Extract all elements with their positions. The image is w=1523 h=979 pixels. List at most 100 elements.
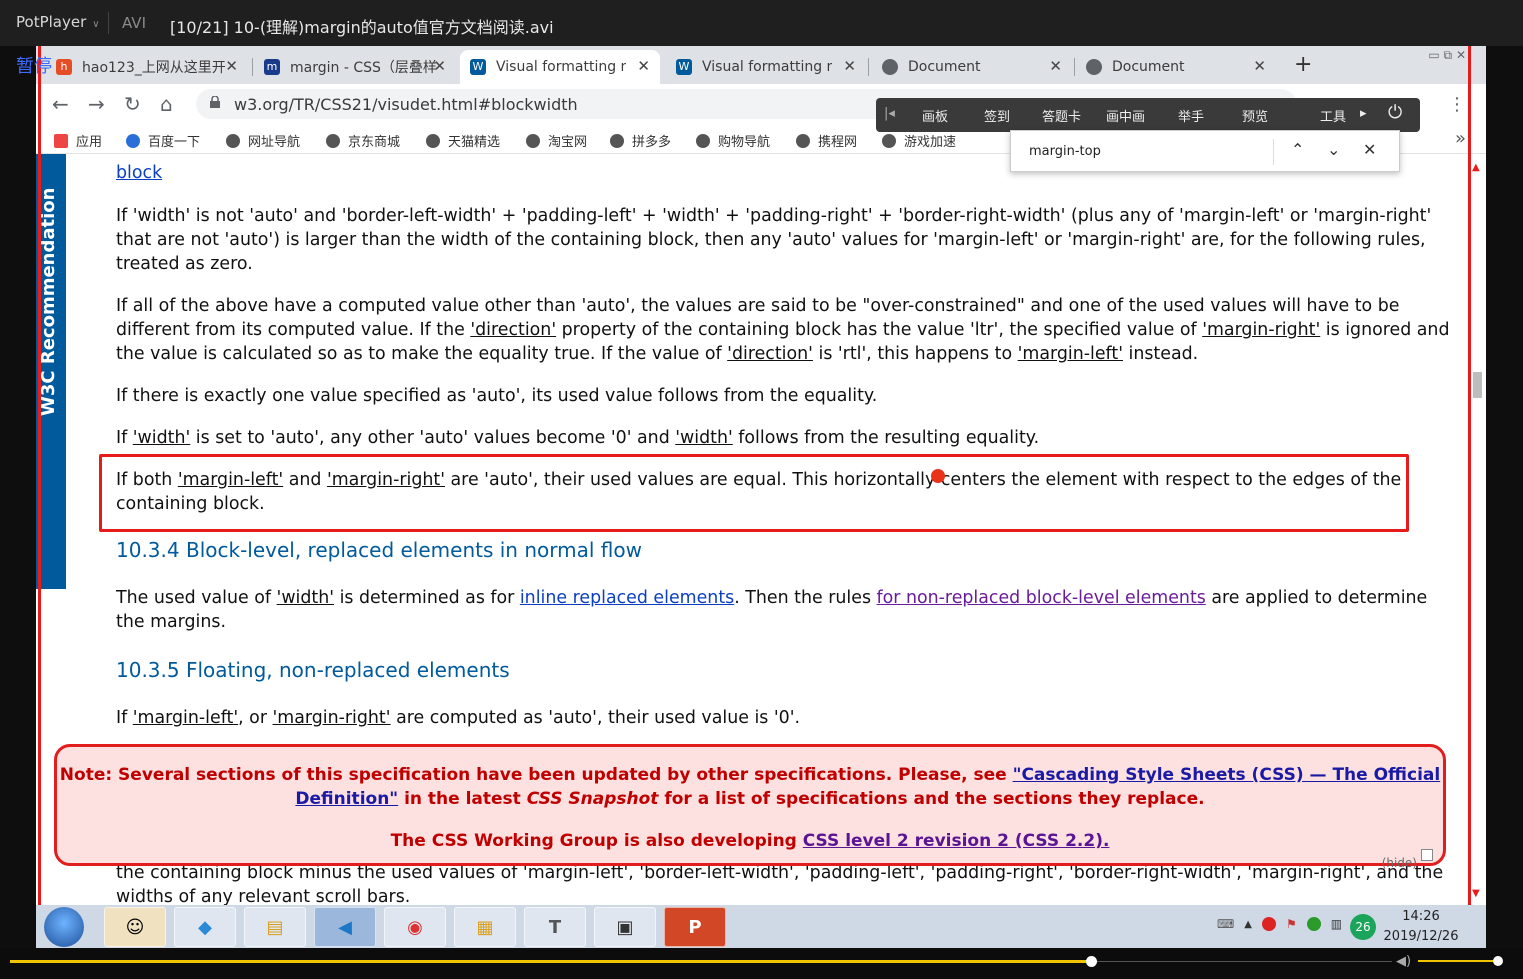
folder-icon[interactable]: ▤ (244, 907, 306, 947)
link-margin-right[interactable]: 'margin-right' (1202, 320, 1320, 340)
avatar-app-icon[interactable]: ☺ (104, 907, 166, 947)
scroll-up-icon[interactable]: ▲ (1472, 162, 1480, 173)
link-css-official-definition[interactable]: "Cascading Style Sheets (CSS) — The Offi… (1013, 765, 1441, 785)
bookmark-game[interactable]: 游戏加速 (882, 131, 956, 150)
link-block[interactable]: block (116, 163, 162, 183)
back-icon[interactable]: ← (52, 92, 69, 116)
chevron-down-icon: ∨ (92, 19, 100, 30)
recording-frame-left (38, 46, 41, 905)
tab-visual-formatting-active[interactable]: W Visual formatting m ✕ (460, 50, 660, 84)
close-icon[interactable]: ✕ (225, 57, 238, 75)
page-scrollbar[interactable]: ▲ ▼ (1470, 162, 1484, 902)
close-icon[interactable]: ✕ (1049, 57, 1062, 75)
chevron-up-icon[interactable]: ⌃ (1291, 140, 1304, 159)
chrome-icon[interactable]: ◉ (384, 907, 446, 947)
tab-mdn-margin[interactable]: m margin - CSS（层叠样 ✕ (264, 50, 456, 84)
home-icon[interactable]: ⌂ (160, 92, 173, 116)
window-controls[interactable]: ▭ ⧉ ✕ (1428, 48, 1466, 63)
link-width[interactable]: 'width' (675, 428, 733, 448)
link-css-official-definition-cont[interactable]: Definition" (295, 789, 398, 809)
format-label: AVI (122, 14, 146, 32)
power-icon[interactable]: ⏻ (1388, 102, 1402, 123)
bookmark-jd[interactable]: 京东商城 (326, 131, 400, 150)
tab-document-2[interactable]: Document ✕ (1086, 50, 1276, 84)
volume-bar[interactable] (1418, 960, 1498, 962)
baidu-netdisk-icon[interactable]: ◆ (174, 907, 236, 947)
player-menu[interactable]: PotPlayer ∨ (16, 13, 100, 31)
typora-icon[interactable]: T (524, 907, 586, 947)
overlay-pip[interactable]: 画中画 (1106, 106, 1145, 125)
close-icon[interactable]: ✕ (1363, 140, 1376, 159)
chevron-up-icon[interactable]: ▲ (1244, 919, 1252, 930)
bookmark-pdd[interactable]: 拼多多 (610, 131, 671, 150)
start-button[interactable] (44, 907, 84, 947)
clock-date: 2019/12/26 (1383, 929, 1459, 944)
powerpoint-icon[interactable]: P (664, 907, 726, 947)
forward-icon[interactable]: → (88, 92, 105, 116)
notification-badge[interactable]: 26 (1350, 914, 1376, 940)
link-non-replaced-block[interactable]: for non-replaced block-level elements (877, 588, 1206, 608)
link-margin-left[interactable]: 'margin-left' (1018, 344, 1123, 364)
apps-grid-icon (54, 133, 68, 148)
keyboard-icon[interactable]: ⌨ (1217, 917, 1234, 931)
seek-knob[interactable] (1086, 956, 1097, 967)
bookmark-nav[interactable]: 网址导航 (226, 131, 300, 150)
pause-indicator: 暂停 (16, 56, 52, 77)
record-icon[interactable] (1261, 917, 1276, 931)
bookmark-taobao[interactable]: 淘宝网 (526, 131, 587, 150)
tab-hao123[interactable]: h hao123_上网从这里开 ✕ (56, 50, 248, 84)
overlay-draw[interactable]: 画板 (922, 106, 948, 125)
tab-document-1[interactable]: Document ✕ (882, 50, 1072, 84)
find-input[interactable]: margin-top (1029, 144, 1101, 159)
link-width[interactable]: 'width' (277, 588, 335, 608)
bookmark-tmall[interactable]: 天猫精选 (426, 131, 500, 150)
globe-icon (526, 133, 540, 148)
seek-bar-played[interactable] (10, 960, 1092, 963)
bookmark-apps[interactable]: 应用 (54, 131, 102, 150)
overlay-preview[interactable]: 预览 (1242, 106, 1268, 125)
network-icon[interactable]: ▥ (1331, 917, 1342, 931)
hide-note-label[interactable]: (hide) (1382, 851, 1417, 875)
close-icon[interactable]: ✕ (1253, 57, 1266, 75)
link-width[interactable]: 'width' (133, 428, 191, 448)
vscode-icon[interactable]: ◀ (314, 907, 376, 947)
overlay-raise-hand[interactable]: 举手 (1178, 106, 1204, 125)
arrow-icon[interactable]: ▸ (1360, 106, 1367, 121)
more-menu-icon[interactable]: ⋮ (1448, 94, 1466, 115)
bookmark-ctrip[interactable]: 携程网 (796, 131, 857, 150)
link-margin-left[interactable]: 'margin-left' (133, 708, 238, 728)
globe-icon (882, 133, 896, 148)
reload-icon[interactable]: ↻ (124, 92, 141, 116)
globe-icon (796, 133, 810, 148)
overlay-answer-card[interactable]: 答题卡 (1042, 106, 1081, 125)
overlay-checkin[interactable]: 签到 (984, 106, 1010, 125)
seek-bar-remaining[interactable] (1092, 961, 1392, 962)
notepad-icon[interactable]: ▦ (454, 907, 516, 947)
scroll-thumb[interactable] (1473, 372, 1482, 398)
link-css-2-2[interactable]: CSS level 2 revision 2 (CSS 2.2). (803, 831, 1110, 851)
volume-icon[interactable]: ◀) (1396, 954, 1411, 969)
close-icon[interactable]: ✕ (433, 57, 446, 75)
bookmark-baidu[interactable]: 百度一下 (126, 131, 200, 150)
bookmark-shopping[interactable]: 购物导航 (696, 131, 770, 150)
close-icon[interactable]: ✕ (843, 57, 856, 75)
overlay-tools[interactable]: 工具 (1320, 106, 1346, 125)
hide-note-checkbox[interactable] (1421, 849, 1433, 861)
link-direction[interactable]: 'direction' (727, 344, 813, 364)
flag-icon[interactable]: ⚑ (1286, 917, 1297, 931)
volume-knob[interactable] (1493, 956, 1503, 966)
chevron-down-icon[interactable]: ⌄ (1327, 140, 1340, 159)
link-inline-replaced[interactable]: inline replaced elements (520, 588, 734, 608)
security-icon[interactable] (1306, 917, 1321, 931)
link-margin-right[interactable]: 'margin-right' (273, 708, 391, 728)
new-tab-button[interactable]: + (1294, 52, 1312, 77)
collapse-icon[interactable]: |◂ (884, 106, 895, 121)
paragraph-width-auto: If 'width' is set to 'auto', any other '… (116, 428, 1040, 448)
scroll-down-icon[interactable]: ▼ (1472, 888, 1480, 899)
tab-visual-formatting[interactable]: W Visual formatting m ✕ (676, 50, 866, 84)
link-direction[interactable]: 'direction' (470, 320, 556, 340)
chevron-right-icon[interactable]: » (1455, 128, 1466, 149)
close-icon[interactable]: ✕ (637, 57, 650, 75)
terminal-icon[interactable]: ▣ (594, 907, 656, 947)
tab-divider (868, 58, 869, 76)
